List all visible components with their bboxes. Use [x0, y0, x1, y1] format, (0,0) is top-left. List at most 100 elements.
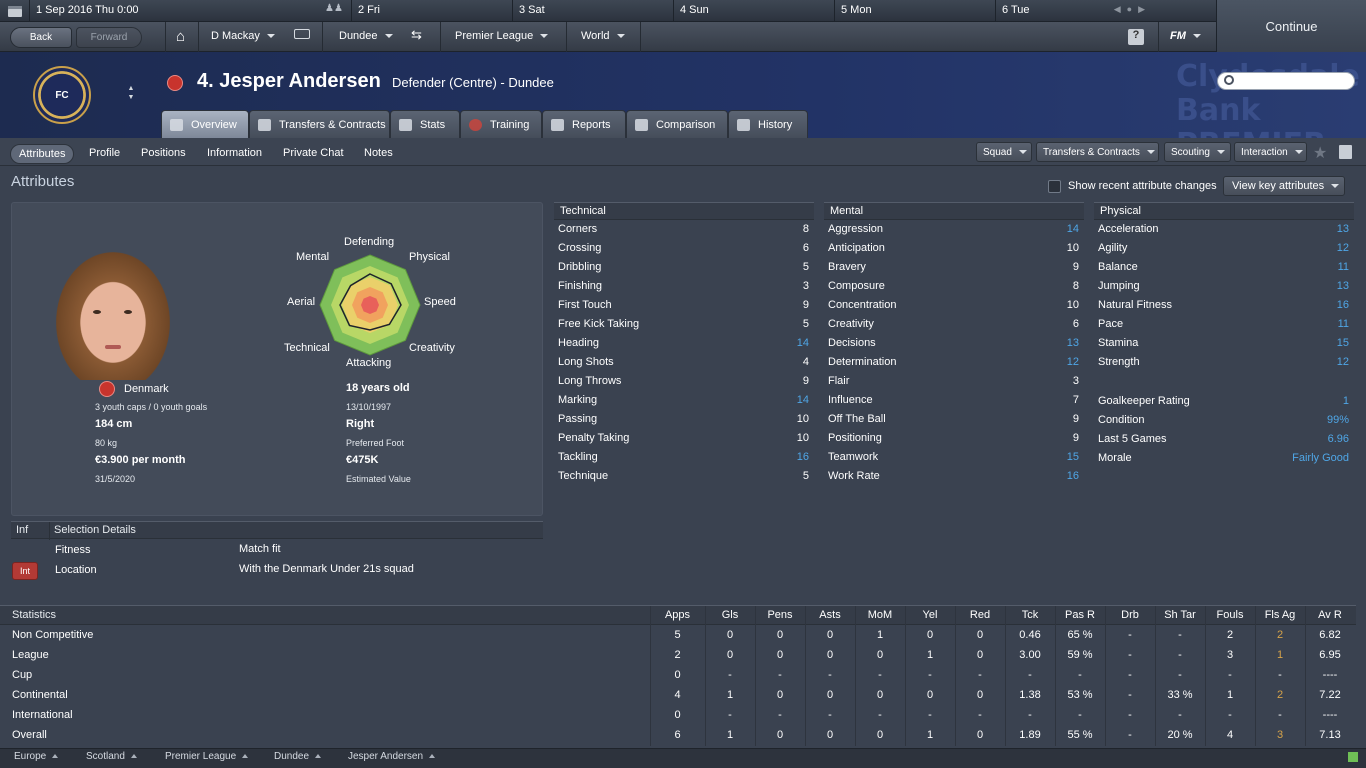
stat-column-header[interactable]: Gls — [705, 609, 755, 621]
subtab-notes[interactable]: Notes — [356, 144, 401, 162]
subtab-information[interactable]: Information — [199, 144, 270, 162]
stat-column-header[interactable]: Sh Tar — [1155, 609, 1205, 621]
subtab-profile[interactable]: Profile — [81, 144, 128, 162]
mental-attr-row[interactable]: Flair 3 — [828, 375, 1079, 394]
stat-column-header[interactable]: Drb — [1105, 609, 1155, 621]
technical-attr-row[interactable]: Marking 14 — [558, 394, 809, 413]
squad-menu[interactable]: Squad — [976, 142, 1032, 162]
physical-attr-row[interactable]: Pace 11 — [1098, 318, 1349, 337]
subtab-positions[interactable]: Positions — [133, 144, 194, 162]
mental-attr-row[interactable]: Composure 8 — [828, 280, 1079, 299]
technical-attr-row[interactable]: Long Throws 9 — [558, 375, 809, 394]
home-icon[interactable]: ⌂ — [176, 28, 185, 45]
physical-attr-row[interactable]: Balance 11 — [1098, 261, 1349, 280]
mental-attr-row[interactable]: Bravery 9 — [828, 261, 1079, 280]
stat-column-header[interactable]: Av R — [1305, 609, 1355, 621]
physical-attr-row[interactable]: Stamina 15 — [1098, 337, 1349, 356]
subtab-private-chat[interactable]: Private Chat — [275, 144, 352, 162]
breadcrumb-premier-league[interactable]: Premier League — [165, 751, 248, 762]
technical-attr-row[interactable]: Tackling 16 — [558, 451, 809, 470]
mental-attr-row[interactable]: Decisions 13 — [828, 337, 1079, 356]
subtab-attributes[interactable]: Attributes — [10, 144, 75, 164]
mental-attr-row[interactable]: Positioning 9 — [828, 432, 1079, 451]
physical-attr-row[interactable]: Natural Fitness 16 — [1098, 299, 1349, 318]
tab-stats[interactable]: Stats — [390, 110, 460, 138]
international-badge[interactable]: Int — [12, 562, 38, 580]
inbox-icon[interactable] — [294, 29, 310, 39]
physical-attr-row[interactable]: Strength 12 — [1098, 356, 1349, 375]
stat-column-header[interactable]: Red — [955, 609, 1005, 621]
calendar-icon[interactable] — [0, 0, 30, 22]
tab-comparison[interactable]: Comparison — [626, 110, 728, 138]
club-menu[interactable]: Dundee — [339, 30, 393, 42]
nationality[interactable]: Denmark — [124, 383, 169, 395]
calendar-day[interactable]: 5 Mon — [835, 0, 996, 22]
technical-attr-row[interactable]: Finishing 3 — [558, 280, 809, 299]
tab-overview[interactable]: Overview — [161, 110, 249, 138]
mental-attr-row[interactable]: Work Rate 16 — [828, 470, 1079, 489]
physical-attr-row[interactable]: Jumping 13 — [1098, 280, 1349, 299]
mental-attr-row[interactable]: Concentration 10 — [828, 299, 1079, 318]
resize-handle-icon[interactable] — [1348, 752, 1358, 762]
interaction-menu[interactable]: Interaction — [1234, 142, 1307, 162]
forward-button[interactable]: Forward — [76, 27, 142, 48]
tab-transfers-contracts[interactable]: Transfers & Contracts — [249, 110, 390, 138]
calendar-day[interactable]: 6 Tue ◀●▶ — [996, 0, 1157, 22]
physical-extra-row[interactable]: Goalkeeper Rating 1 — [1098, 395, 1349, 414]
mental-attr-row[interactable]: Anticipation 10 — [828, 242, 1079, 261]
fm-menu[interactable]: FM — [1170, 30, 1201, 42]
tab-history[interactable]: History — [728, 110, 808, 138]
mental-attr-row[interactable]: Aggression 14 — [828, 223, 1079, 242]
breadcrumb-scotland[interactable]: Scotland — [86, 751, 137, 762]
mental-attr-row[interactable]: Influence 7 — [828, 394, 1079, 413]
technical-attr-row[interactable]: Penalty Taking 10 — [558, 432, 809, 451]
mental-attr-row[interactable]: Creativity 6 — [828, 318, 1079, 337]
help-icon[interactable]: ? — [1128, 29, 1144, 45]
calendar-nav-icon[interactable]: ◀●▶ — [1114, 4, 1151, 15]
stat-column-header[interactable]: MoM — [855, 609, 905, 621]
tab-reports[interactable]: Reports — [542, 110, 626, 138]
swap-icon[interactable]: ⇆ — [411, 27, 422, 43]
search-input[interactable] — [1217, 72, 1355, 90]
breadcrumb-player[interactable]: Jesper Andersen — [348, 751, 435, 762]
back-button[interactable]: Back — [10, 27, 72, 48]
technical-attr-row[interactable]: Dribbling 5 — [558, 261, 809, 280]
calendar-day[interactable]: 4 Sun — [674, 0, 835, 22]
view-key-attributes-button[interactable]: View key attributes — [1223, 176, 1345, 196]
calendar-day[interactable]: 2 Fri — [352, 0, 513, 22]
calendar-current-day[interactable]: 1 Sep 2016 Thu 0:00 ♟♟ — [30, 0, 352, 22]
manager-menu[interactable]: D Mackay — [211, 30, 275, 42]
add-note-icon[interactable] — [1339, 145, 1352, 159]
tab-training[interactable]: Training — [460, 110, 542, 138]
stat-column-header[interactable]: Apps — [650, 609, 705, 621]
show-recent-checkbox[interactable] — [1048, 180, 1061, 193]
stat-column-header[interactable]: Pas R — [1055, 609, 1105, 621]
player-switch-icon[interactable]: ▲ ▼ — [124, 84, 138, 108]
physical-attr-row[interactable]: Acceleration 13 — [1098, 223, 1349, 242]
scouting-menu[interactable]: Scouting — [1164, 142, 1231, 162]
continue-button[interactable]: Continue — [1216, 0, 1366, 52]
mental-attr-row[interactable]: Off The Ball 9 — [828, 413, 1079, 432]
manager-icon[interactable]: ♟♟ — [325, 3, 343, 17]
stat-column-header[interactable]: Fls Ag — [1255, 609, 1305, 621]
breadcrumb-europe[interactable]: Europe — [14, 751, 58, 762]
star-icon[interactable]: ★ — [1313, 143, 1327, 163]
world-menu[interactable]: World — [581, 30, 625, 42]
breadcrumb-dundee[interactable]: Dundee — [274, 751, 321, 762]
mental-attr-row[interactable]: Determination 12 — [828, 356, 1079, 375]
stat-column-header[interactable]: Fouls — [1205, 609, 1255, 621]
technical-attr-row[interactable]: First Touch 9 — [558, 299, 809, 318]
transfers-contracts-menu[interactable]: Transfers & Contracts — [1036, 142, 1159, 162]
technical-attr-row[interactable]: Corners 8 — [558, 223, 809, 242]
competition-menu[interactable]: Premier League — [455, 30, 548, 42]
physical-extra-row[interactable]: Last 5 Games 6.96 — [1098, 433, 1349, 452]
physical-extra-row[interactable]: Morale Fairly Good — [1098, 452, 1349, 471]
technical-attr-row[interactable]: Heading 14 — [558, 337, 809, 356]
technical-attr-row[interactable]: Passing 10 — [558, 413, 809, 432]
physical-extra-row[interactable]: Condition 99% — [1098, 414, 1349, 433]
calendar-day[interactable]: 3 Sat — [513, 0, 674, 22]
stat-column-header[interactable]: Yel — [905, 609, 955, 621]
stat-column-header[interactable]: Tck — [1005, 609, 1055, 621]
mental-attr-row[interactable]: Teamwork 15 — [828, 451, 1079, 470]
club-crest-icon[interactable]: FC — [33, 66, 91, 124]
